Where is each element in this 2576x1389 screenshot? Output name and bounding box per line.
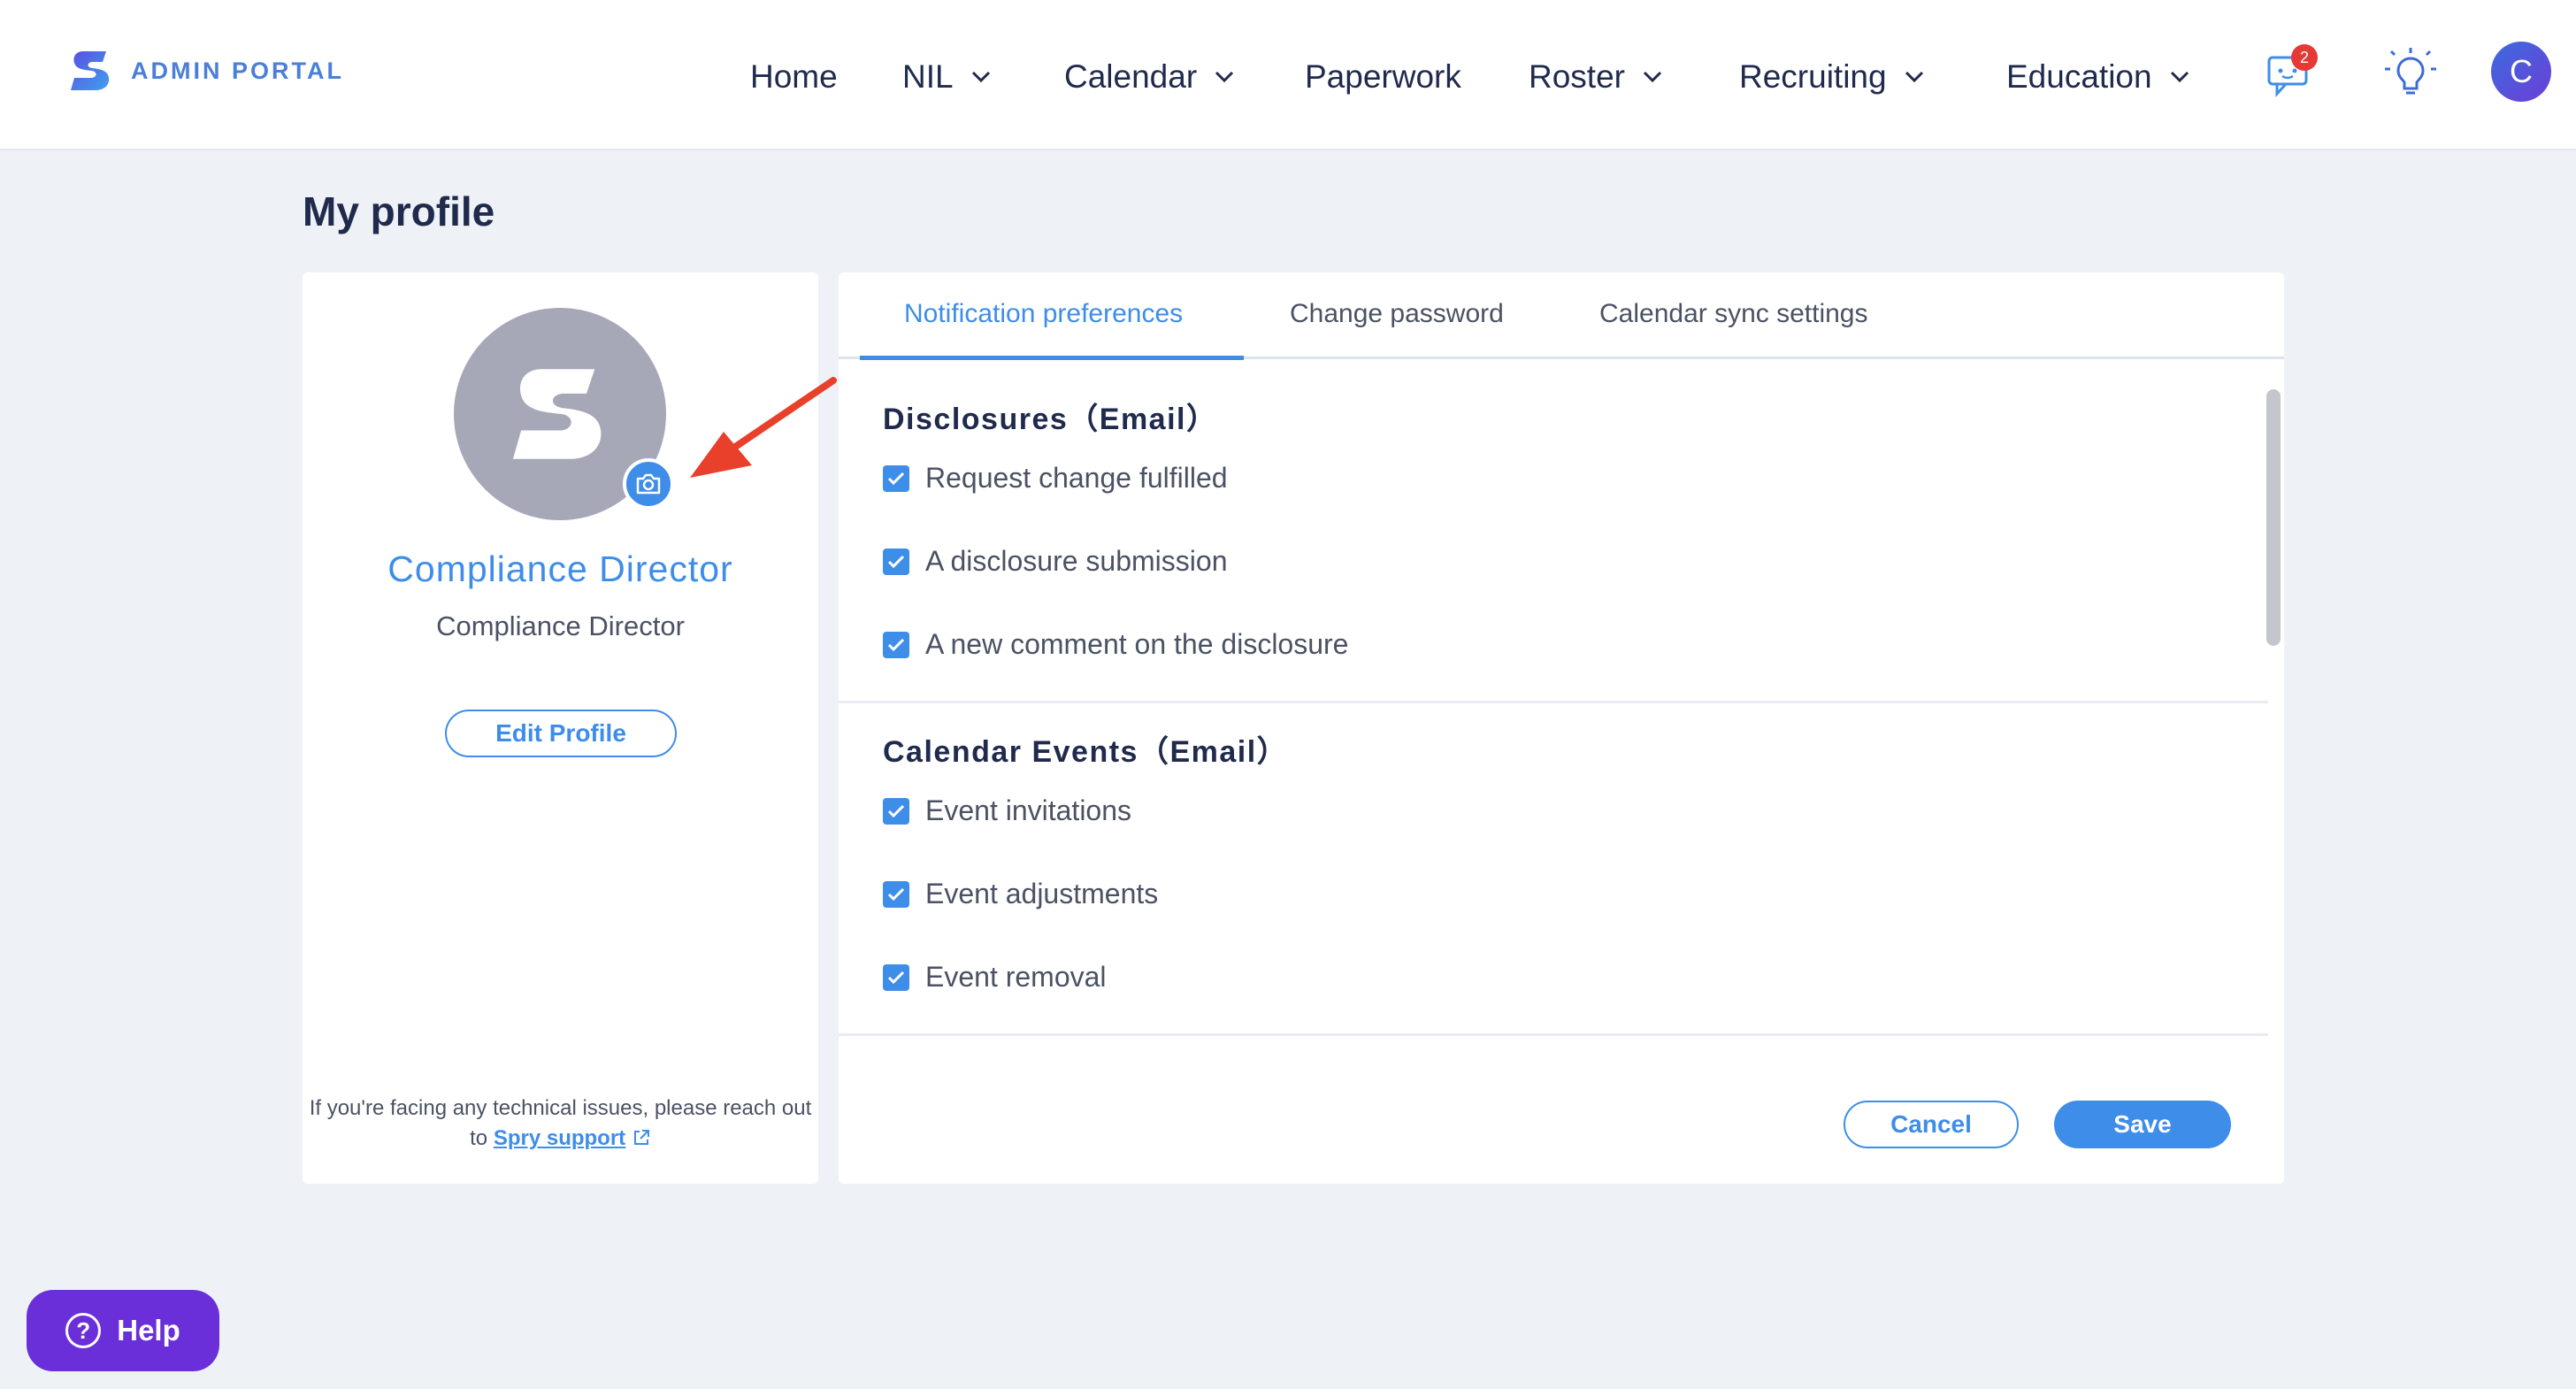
nav-roster-label: Roster (1529, 58, 1625, 95)
spry-logo-icon (512, 369, 602, 459)
checkbox-row[interactable]: Event invitations (883, 794, 1131, 827)
checkbox-label: Event invitations (925, 794, 1132, 826)
nav-home-label: Home (750, 58, 838, 95)
nav-nil-label: NIL (902, 58, 954, 95)
annotation-arrow-icon (690, 377, 837, 478)
tab-calendar-sync-settings[interactable]: Calendar sync settings (1599, 299, 1868, 329)
scrollbar-thumb[interactable] (2266, 389, 2281, 646)
user-avatar[interactable]: C (2491, 42, 2551, 102)
nav-roster[interactable]: Roster (1529, 58, 1662, 96)
question-icon: ? (65, 1313, 102, 1348)
checkbox-row[interactable]: A new comment on the disclosure (883, 628, 1348, 661)
chevron-down-icon (1643, 71, 1662, 83)
check-icon (887, 804, 905, 817)
checkbox-label: Event removal (925, 961, 1107, 993)
messages-badge: 2 (2291, 44, 2318, 71)
check-icon (887, 971, 905, 984)
spry-logo-icon (71, 51, 110, 90)
edit-profile-button[interactable]: Edit Profile (445, 710, 677, 757)
spry-support-link-label: Spry support (493, 1126, 626, 1150)
section-divider (839, 1033, 2268, 1036)
checkbox-checked[interactable] (883, 963, 909, 991)
change-photo-button[interactable] (623, 458, 674, 510)
spry-support-link[interactable]: Spry support (494, 1126, 625, 1150)
checkbox-row[interactable]: Event removal (883, 961, 1107, 994)
checkbox-checked[interactable] (883, 464, 909, 492)
chevron-down-icon (1905, 71, 1923, 83)
top-navbar: ADMIN PORTAL Home NIL Calendar Paperwork… (0, 0, 2576, 150)
page-title: My profile (303, 188, 495, 234)
nav-paperwork-label: Paperwork (1305, 58, 1461, 95)
lightbulb-icon (2385, 48, 2436, 95)
nav-recruiting[interactable]: Recruiting (1739, 58, 1924, 96)
checkbox-checked[interactable] (883, 631, 909, 658)
checkbox-label: Request change fulfilled (925, 462, 1228, 494)
check-icon (887, 555, 905, 568)
checkbox-row[interactable]: Request change fulfilled (883, 462, 1228, 495)
user-initial: C (2510, 53, 2533, 89)
brand-name: ADMIN PORTAL (131, 57, 344, 84)
chevron-down-icon (971, 71, 990, 83)
checkbox-row[interactable]: Event adjustments (883, 878, 1158, 910)
nav-home[interactable]: Home (750, 58, 838, 96)
checkbox-label: A disclosure submission (925, 545, 1228, 577)
check-icon (887, 472, 905, 485)
nav-calendar[interactable]: Calendar (1064, 58, 1234, 96)
ideas-button[interactable] (2383, 46, 2438, 101)
profile-role: Compliance Director (436, 610, 685, 641)
save-button[interactable]: Save (2054, 1101, 2231, 1148)
nav-paperwork[interactable]: Paperwork (1305, 58, 1461, 96)
tab-change-password[interactable]: Change password (1290, 299, 1504, 329)
checkbox-checked[interactable] (883, 548, 909, 575)
brand[interactable]: ADMIN PORTAL (71, 48, 344, 94)
tab-notification-preferences[interactable]: Notification preferences (904, 299, 1183, 329)
nav-nil[interactable]: NIL (902, 58, 991, 96)
camera-icon (636, 473, 661, 495)
tab-bar: Notification preferences Change password… (839, 272, 2284, 360)
help-label: Help (117, 1314, 180, 1347)
checkbox-checked[interactable] (883, 880, 909, 908)
section-title-disclosures: Disclosures（Email） (883, 403, 1218, 436)
preferences-card: Notification preferences Change password… (839, 272, 2284, 1184)
chevron-down-icon (2170, 71, 2189, 83)
checkbox-row[interactable]: A disclosure submission (883, 545, 1227, 578)
cancel-button[interactable]: Cancel (1844, 1101, 2019, 1148)
check-icon (887, 638, 905, 651)
section-title-calendar-events: Calendar Events（Email） (883, 735, 1289, 769)
checkbox-label: Event adjustments (925, 878, 1159, 909)
nav-education-label: Education (2006, 58, 2152, 95)
messages-button[interactable]: 2 (2266, 44, 2318, 99)
nav-recruiting-label: Recruiting (1739, 58, 1887, 95)
checkbox-label: A new comment on the disclosure (925, 628, 1349, 660)
checkbox-checked[interactable] (883, 797, 909, 825)
support-note: If you're facing any technical issues, p… (303, 1094, 818, 1154)
profile-name: Compliance Director (387, 549, 733, 589)
chevron-down-icon (1215, 71, 1234, 83)
nav-education[interactable]: Education (2006, 58, 2189, 96)
nav-calendar-label: Calendar (1064, 58, 1198, 95)
external-link-icon (633, 1130, 649, 1145)
check-icon (887, 887, 905, 901)
section-divider (839, 701, 2268, 703)
help-button[interactable]: ? Help (27, 1290, 219, 1371)
active-tab-indicator (860, 356, 1244, 360)
